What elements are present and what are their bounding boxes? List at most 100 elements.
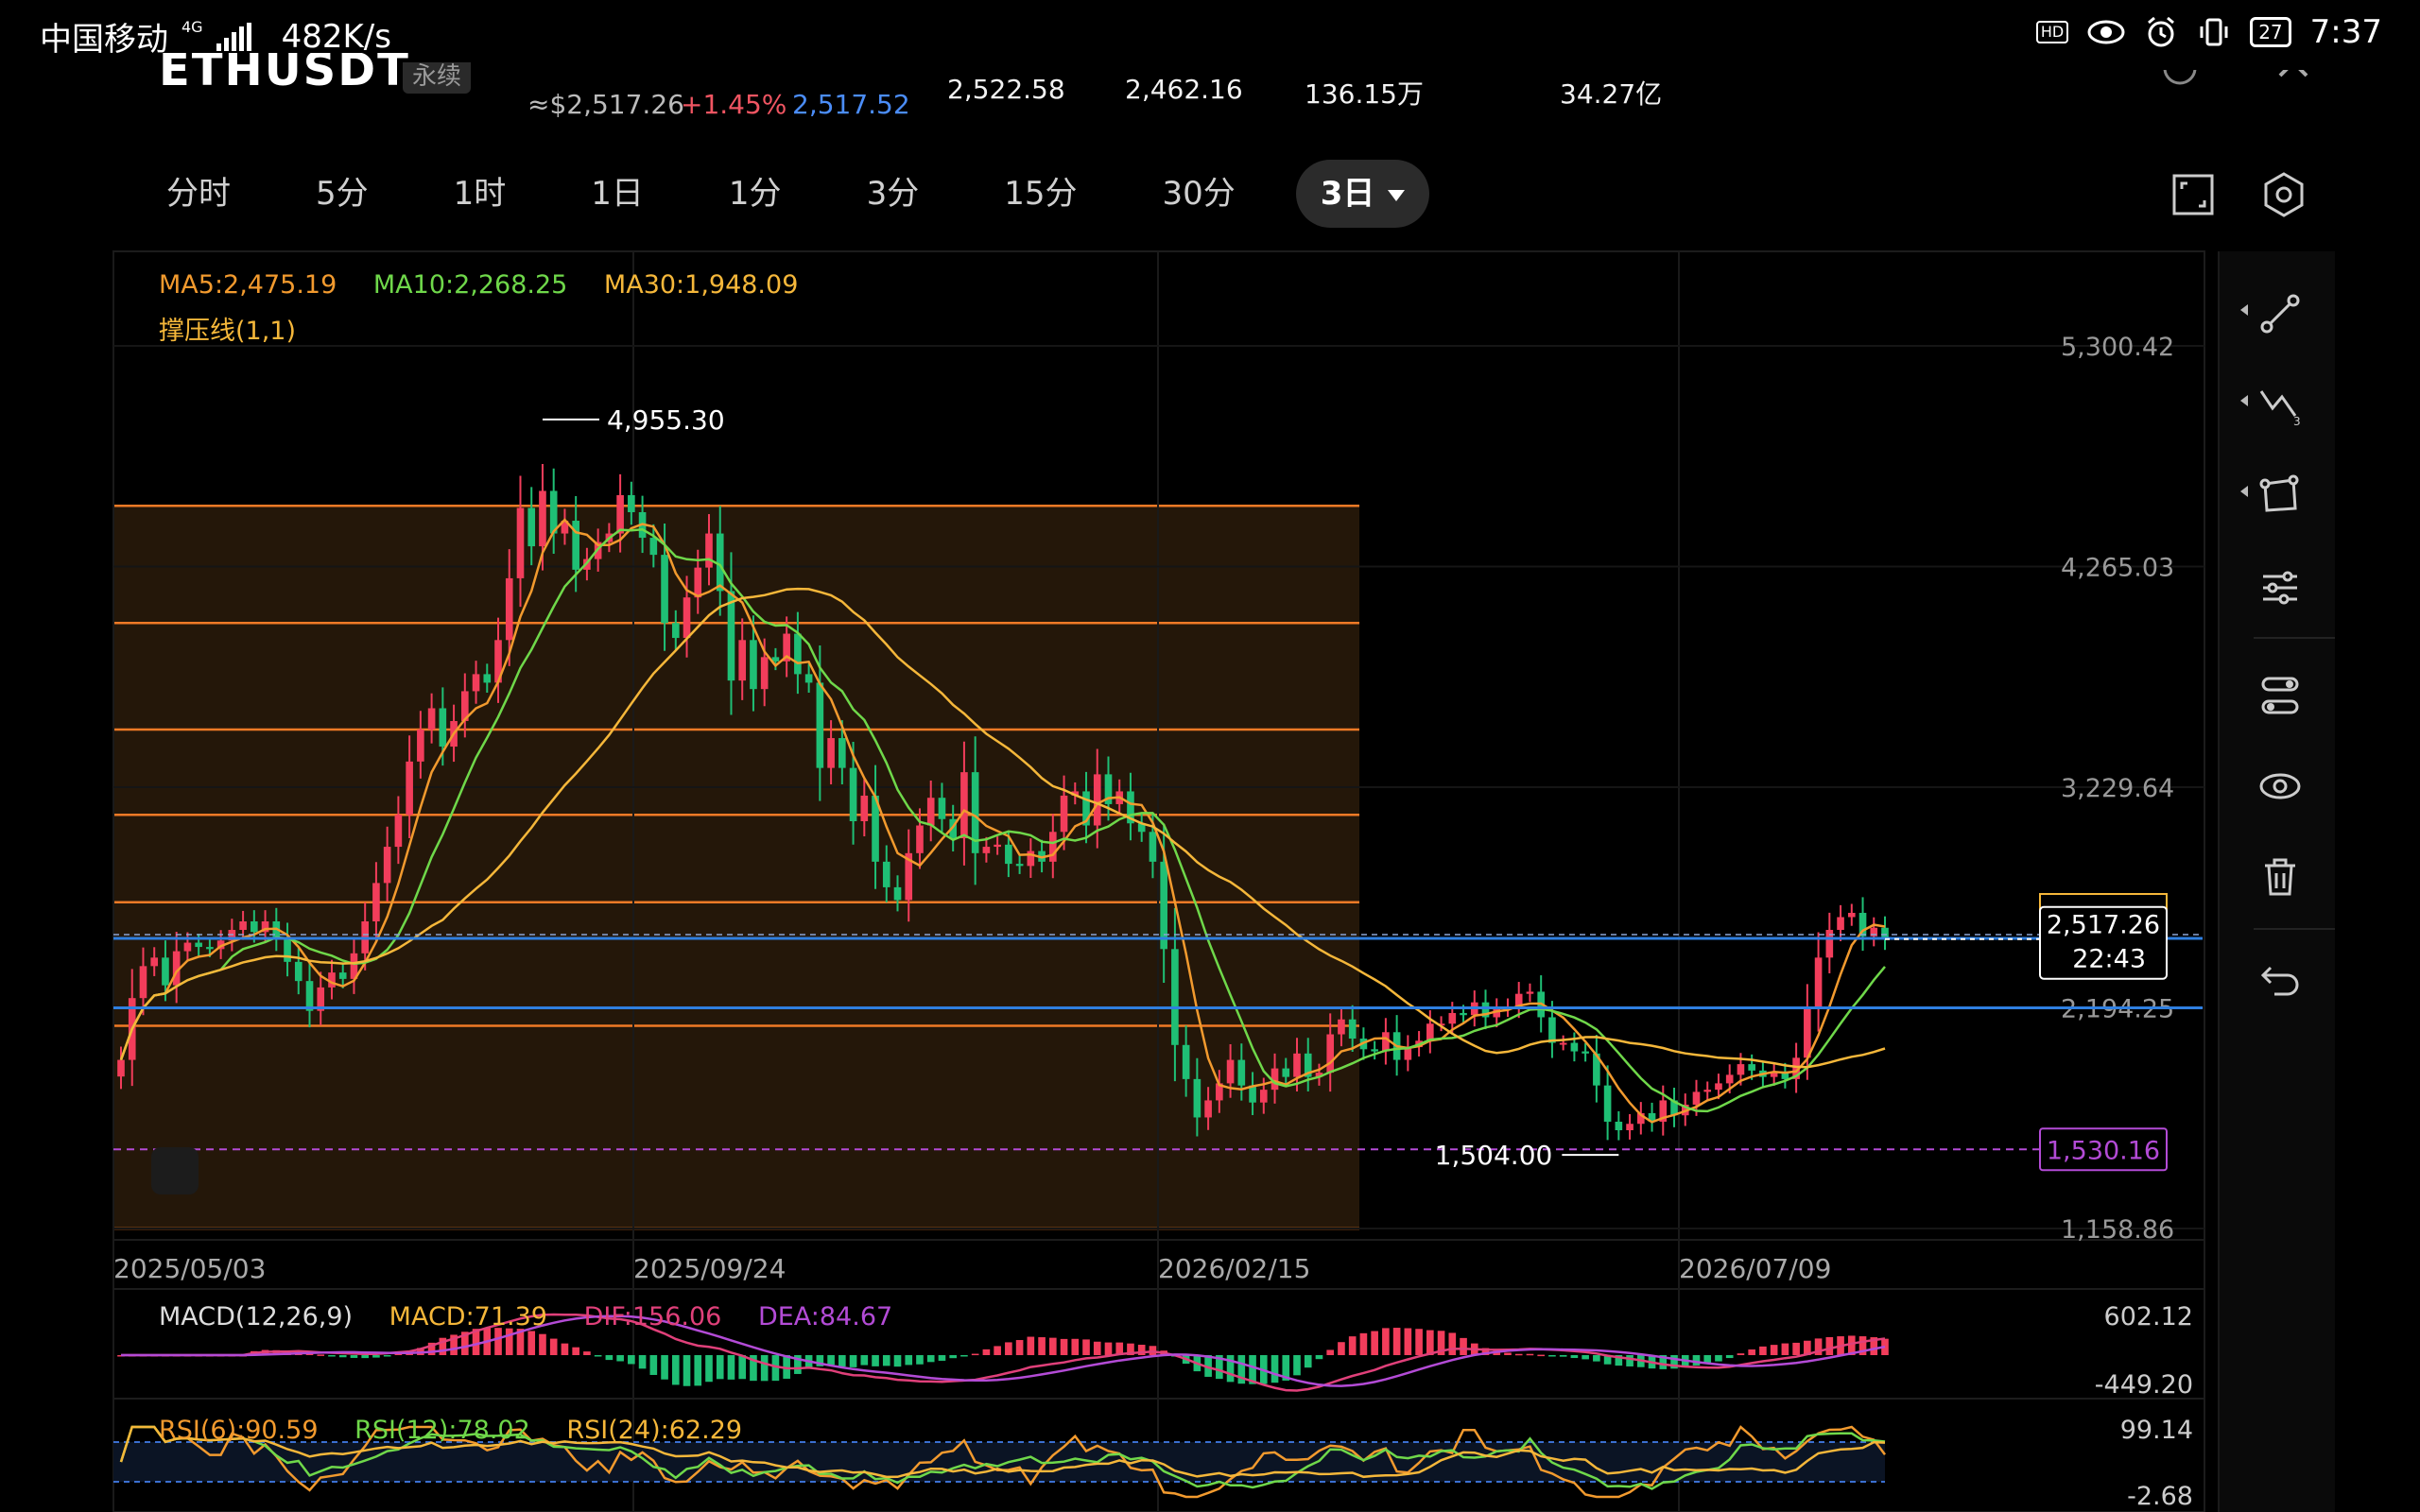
macd-bar: [838, 1355, 846, 1367]
current-price-value: 2,517.26: [2047, 911, 2160, 940]
wave-tool-icon[interactable]: 3: [2256, 380, 2305, 429]
tab-timeframe[interactable]: 1分: [704, 160, 806, 228]
shape-tool-icon[interactable]: [2256, 471, 2305, 520]
macd-bar: [1603, 1355, 1612, 1365]
candle-body: [671, 623, 680, 639]
macd-bar: [760, 1355, 769, 1382]
candle-body: [838, 738, 846, 768]
macd-bar: [1359, 1332, 1368, 1355]
macd-bar: [1792, 1342, 1800, 1355]
candle-body: [738, 640, 747, 681]
candle-body: [1237, 1059, 1246, 1086]
tab-timeframe[interactable]: 30分: [1137, 160, 1259, 228]
macd-bar: [1737, 1353, 1745, 1355]
drawing-settings-icon[interactable]: [2256, 671, 2305, 720]
macd-bar: [317, 1354, 325, 1356]
macd-bar: [816, 1355, 824, 1366]
macd-bar: [1382, 1328, 1390, 1355]
macd-bar: [228, 1355, 236, 1357]
candle-body: [427, 708, 436, 730]
expand-arrow-icon[interactable]: [2240, 304, 2248, 316]
macd-bar: [272, 1349, 281, 1355]
macd-bar: [305, 1352, 314, 1355]
macd-bar: [427, 1342, 436, 1355]
candle-body: [1315, 1073, 1323, 1077]
candle-body: [1504, 1006, 1512, 1009]
macd-bar: [1071, 1338, 1080, 1355]
candle-body: [1437, 1023, 1445, 1026]
caret-down-icon: [1388, 189, 1406, 201]
fullscreen-icon[interactable]: [2169, 170, 2218, 219]
candle-body: [1249, 1085, 1256, 1103]
candle-body: [1048, 832, 1057, 862]
candle-body: [583, 558, 591, 570]
macd-bar: [1060, 1338, 1068, 1355]
expand-arrow-icon[interactable]: [2240, 395, 2248, 406]
candle-body: [1526, 991, 1534, 994]
high-marker-label: 4,955.30: [607, 404, 725, 436]
candle-body: [128, 998, 136, 1060]
fib-zone: [113, 506, 1359, 1228]
macd-bar: [1015, 1340, 1024, 1355]
tab-timeframe[interactable]: 3日: [1295, 160, 1430, 228]
candle-body: [1814, 957, 1823, 1009]
candle-body: [1392, 1032, 1401, 1060]
candle-body: [872, 795, 879, 862]
signal-icon: [216, 22, 251, 51]
tab-timeframe[interactable]: 3分: [842, 160, 944, 228]
macd-bar: [1470, 1343, 1478, 1355]
candle-body: [1770, 1073, 1778, 1077]
candle-body: [406, 761, 413, 816]
candle-body: [1270, 1068, 1279, 1091]
candle-body: [305, 981, 314, 1011]
macd-bar: [1460, 1337, 1467, 1355]
macd-bar: [1870, 1337, 1878, 1355]
macd-bar: [1804, 1340, 1811, 1355]
candle-body: [1371, 1049, 1378, 1052]
macd-bar: [162, 1355, 169, 1357]
candle-body: [261, 920, 269, 933]
tab-timeframe[interactable]: 分时: [142, 160, 255, 228]
macd-bar: [1371, 1331, 1378, 1355]
candle-body: [206, 947, 214, 950]
macd-bar: [1270, 1355, 1279, 1383]
candle-body: [350, 953, 358, 979]
macd-bar: [206, 1355, 214, 1357]
macd-legend: MACD(12,26,9) MACD:71.39 DIF:156.06 DEA:…: [159, 1302, 892, 1332]
macd-bar: [1559, 1355, 1567, 1357]
tab-timeframe[interactable]: 1日: [566, 160, 668, 228]
macd-bar: [1725, 1355, 1734, 1359]
chart-settings-icon[interactable]: [2259, 170, 2308, 219]
macd-bar: [1127, 1343, 1134, 1355]
indicator-settings-icon[interactable]: [2256, 563, 2305, 612]
trendline-tool-icon[interactable]: [2256, 289, 2305, 338]
expand-arrow-icon[interactable]: [2240, 486, 2248, 497]
rsi-top-value: 99.14: [2119, 1416, 2193, 1445]
x-tick-label: 2026/02/15: [1158, 1253, 1310, 1284]
delete-icon[interactable]: [2256, 852, 2305, 902]
candle-body: [605, 533, 614, 542]
candle-body: [1847, 912, 1856, 918]
macd-bar: [949, 1355, 958, 1359]
macd-bar: [472, 1329, 480, 1355]
candle-body: [1216, 1083, 1223, 1101]
candle-body: [683, 597, 691, 639]
candle-body: [1792, 1057, 1800, 1079]
candle-body: [1082, 791, 1090, 826]
macd-bar: [1149, 1346, 1157, 1355]
macd-bar: [1582, 1355, 1589, 1360]
macd-bar: [750, 1355, 757, 1382]
candle-body: [1514, 993, 1523, 1007]
tab-timeframe[interactable]: 5分: [291, 160, 393, 228]
candle-body: [882, 861, 890, 887]
tab-timeframe[interactable]: 15分: [979, 160, 1101, 228]
macd-bar: [827, 1355, 835, 1366]
visibility-icon[interactable]: [2256, 762, 2305, 811]
tab-timeframe[interactable]: 1时: [429, 160, 531, 228]
macd-bar: [1703, 1355, 1712, 1364]
macd-bar: [1415, 1329, 1423, 1355]
candle-body: [1570, 1042, 1579, 1052]
macd-bar: [1115, 1342, 1124, 1355]
macd-bar: [251, 1350, 258, 1355]
undo-icon[interactable]: [2256, 954, 2305, 1004]
